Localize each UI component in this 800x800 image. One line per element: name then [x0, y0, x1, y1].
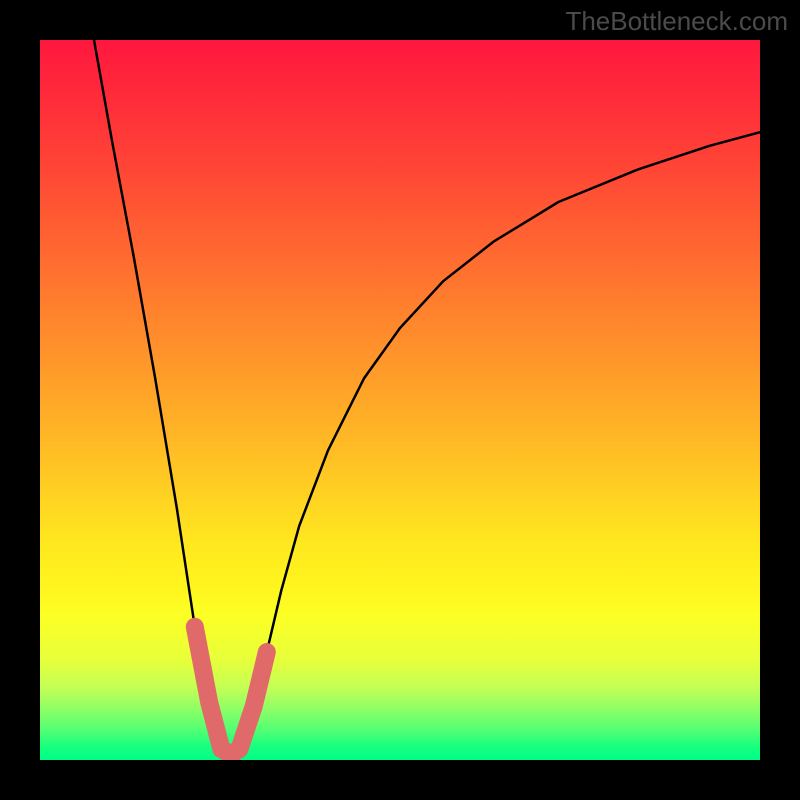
chart-svg [40, 40, 760, 760]
watermark-text: TheBottleneck.com [565, 6, 788, 37]
highlight-path [195, 627, 267, 754]
chart-frame [40, 40, 760, 760]
